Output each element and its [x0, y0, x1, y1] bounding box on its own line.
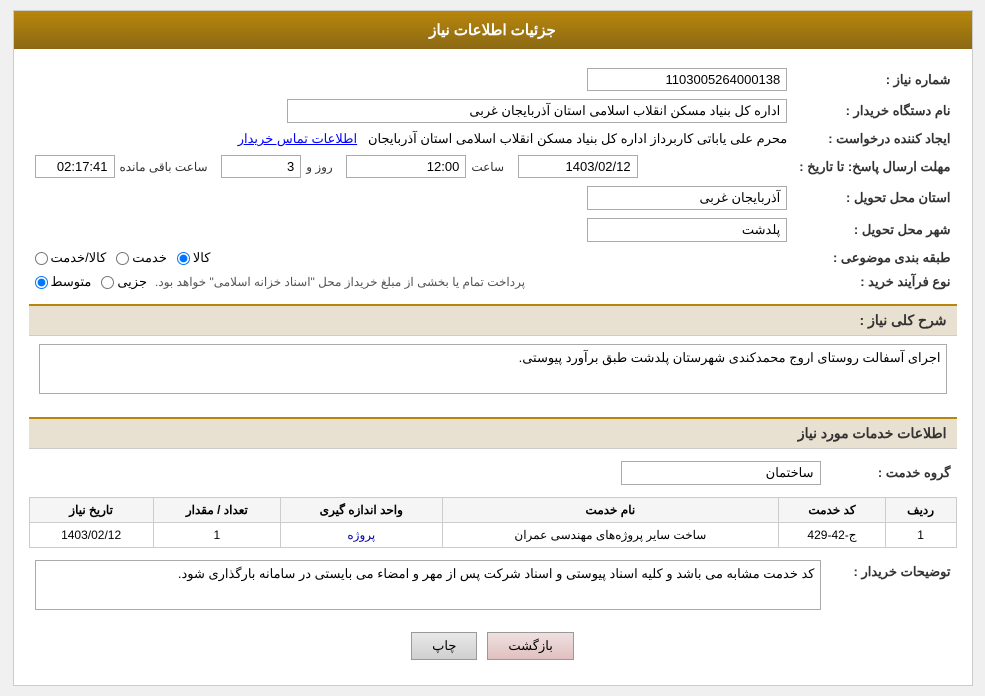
row-group-khadamat: گروه خدمت : ساختمان: [29, 457, 957, 489]
row-nam-dastgah: نام دستگاه خریدار : اداره کل بنیاد مسکن …: [29, 95, 957, 127]
mohlat-countdown: 02:17:41: [35, 155, 115, 178]
mohlat-roz-value: 3: [221, 155, 301, 178]
tabaqe-kala-khidmat-label: کالا/خدمت: [51, 250, 107, 266]
tosih-textarea[interactable]: [35, 560, 821, 610]
col-tarikh: تاریخ نیاز: [29, 498, 153, 523]
shahr-label: شهر محل تحویل :: [793, 214, 956, 246]
khadamat-table-body: 1ج-42-429ساخت سایر پروژه‌های مهندسی عمرا…: [29, 523, 956, 548]
row-ijad-konande: ایجاد کننده درخواست : محرم علی یاباتی کا…: [29, 127, 957, 151]
table-cell-name: ساخت سایر پروژه‌های مهندسی عمران: [442, 523, 779, 548]
col-tedad: تعداد / مقدار: [153, 498, 280, 523]
tabaqe-radio-group: کالا/خدمت خدمت کالا: [35, 250, 788, 266]
shomare-niaz-label: شماره نیاز :: [793, 64, 956, 95]
shahr-value: پلدشت: [587, 218, 787, 242]
khadamat-header-row: ردیف کد خدمت نام خدمت واحد اندازه گیری ت…: [29, 498, 956, 523]
content-area: شماره نیاز : 1103005264000138 نام دستگاه…: [14, 49, 972, 685]
noe-farayand-label: نوع فرآیند خرید :: [793, 270, 956, 294]
noe-farayand-radio-group: متوسط جزیی: [35, 274, 148, 290]
row-mohlat: مهلت ارسال پاسخ: تا تاریخ : 02:17:41 ساع…: [29, 151, 957, 182]
ijad-konande-link[interactable]: اطلاعات تماس خریدار: [238, 131, 357, 146]
row-ostan: استان محل تحویل : آذربایجان غربی: [29, 182, 957, 214]
noe-motavas-label: متوسط: [51, 274, 92, 290]
table-row: 1ج-42-429ساخت سایر پروژه‌های مهندسی عمرا…: [29, 523, 956, 548]
noe-motavas: متوسط: [35, 274, 92, 290]
group-khadamat-table: گروه خدمت : ساختمان: [29, 457, 957, 489]
mohlat-baghi-label: ساعت باقی مانده: [120, 160, 208, 174]
ijad-konande-value: محرم علی یاباتی کاربرداز اداره کل بنیاد …: [368, 131, 787, 146]
tabaqe-kala: کالا: [177, 250, 211, 266]
tabaqe-khidmat-label: خدمت: [132, 250, 167, 266]
row-tosih: توضیحات خریدار :: [29, 556, 957, 617]
mohlat-label: مهلت ارسال پاسخ: تا تاریخ :: [793, 151, 956, 182]
col-kod: کد خدمت: [779, 498, 886, 523]
shomare-niaz-value: 1103005264000138: [587, 68, 787, 91]
page-title: جزئیات اطلاعات نیاز: [429, 22, 556, 39]
ijad-konande-label: ایجاد کننده درخواست :: [793, 127, 956, 151]
tabaqe-kala-label: کالا: [193, 250, 211, 266]
group-khadamat-value: ساختمان: [621, 461, 821, 485]
khadamat-data-table: ردیف کد خدمت نام خدمت واحد اندازه گیری ت…: [29, 497, 957, 548]
ostan-value: آذربایجان غربی: [587, 186, 787, 210]
mohlat-row: 02:17:41 ساعت باقی مانده 3 روز و 12:00 س…: [35, 155, 788, 178]
noe-motavas-radio[interactable]: [35, 276, 48, 289]
tabaqe-kala-khidmat-radio[interactable]: [35, 252, 48, 265]
noe-jozi: جزیی: [101, 274, 147, 290]
ostan-label: استان محل تحویل :: [793, 182, 956, 214]
mohlat-saat-label: ساعت: [471, 160, 504, 174]
sharh-koli-textarea[interactable]: [39, 344, 947, 394]
group-khadamat-label: گروه خدمت :: [827, 457, 957, 489]
sharh-koli-container: // Will be populated below: [29, 344, 957, 407]
info-table: شماره نیاز : 1103005264000138 نام دستگاه…: [29, 64, 957, 294]
table-cell-vahed: پروژه: [281, 523, 443, 548]
tabaqe-khidmat: خدمت: [116, 250, 167, 266]
tosih-label: توضیحات خریدار :: [827, 556, 957, 617]
tabaqe-kala-radio[interactable]: [177, 252, 190, 265]
noe-farayand-row: متوسط جزیی پرداخت تمام یا بخشی از مبلغ خ…: [35, 274, 788, 290]
page-header: جزئیات اطلاعات نیاز: [14, 11, 972, 49]
mohlat-date: 1403/02/12: [518, 155, 638, 178]
col-radif: ردیف: [885, 498, 956, 523]
row-shahr: شهر محل تحویل : پلدشت: [29, 214, 957, 246]
noe-jozi-label: جزیی: [117, 274, 147, 290]
col-vahed: واحد اندازه گیری: [281, 498, 443, 523]
tosih-table: توضیحات خریدار :: [29, 556, 957, 617]
noe-farayand-note: پرداخت تمام یا بخشی از مبلغ خریداز محل "…: [155, 275, 525, 289]
row-tabaqe: طبقه بندی موضوعی : کالا/خدمت خدمت کالا: [29, 246, 957, 270]
sharh-koli-label: شرح کلی نیاز :: [860, 312, 947, 328]
tabaqe-khidmat-radio[interactable]: [116, 252, 129, 265]
back-button[interactable]: بازگشت: [487, 632, 573, 660]
row-shomare-niaz: شماره نیاز : 1103005264000138: [29, 64, 957, 95]
table-cell-radif: 1: [885, 523, 956, 548]
mohlat-roz-label: روز و: [306, 160, 333, 174]
tabaqe-label: طبقه بندی موضوعی :: [793, 246, 956, 270]
nam-dastgah-value: اداره کل بنیاد مسکن انقلاب اسلامی استان …: [287, 99, 787, 123]
khadamat-title: اطلاعات خدمات مورد نیاز: [798, 425, 947, 441]
table-cell-kod: ج-42-429: [779, 523, 886, 548]
khadamat-table-head: ردیف کد خدمت نام خدمت واحد اندازه گیری ت…: [29, 498, 956, 523]
sharh-koli-section-header: شرح کلی نیاز :: [29, 304, 957, 336]
col-name: نام خدمت: [442, 498, 779, 523]
noe-jozi-radio[interactable]: [101, 276, 114, 289]
table-cell-tarikh: 1403/02/12: [29, 523, 153, 548]
main-container: جزئیات اطلاعات نیاز شماره نیاز : 1103005…: [13, 10, 973, 686]
table-cell-tedad: 1: [153, 523, 280, 548]
tabaqe-kala-khidmat: کالا/خدمت: [35, 250, 107, 266]
row-noe-farayand: نوع فرآیند خرید : متوسط جزیی: [29, 270, 957, 294]
nam-dastgah-label: نام دستگاه خریدار :: [793, 95, 956, 127]
button-row: بازگشت چاپ: [29, 632, 957, 660]
mohlat-saat-value: 12:00: [346, 155, 466, 178]
khadamat-section-header: اطلاعات خدمات مورد نیاز: [29, 417, 957, 449]
print-button[interactable]: چاپ: [411, 632, 477, 660]
